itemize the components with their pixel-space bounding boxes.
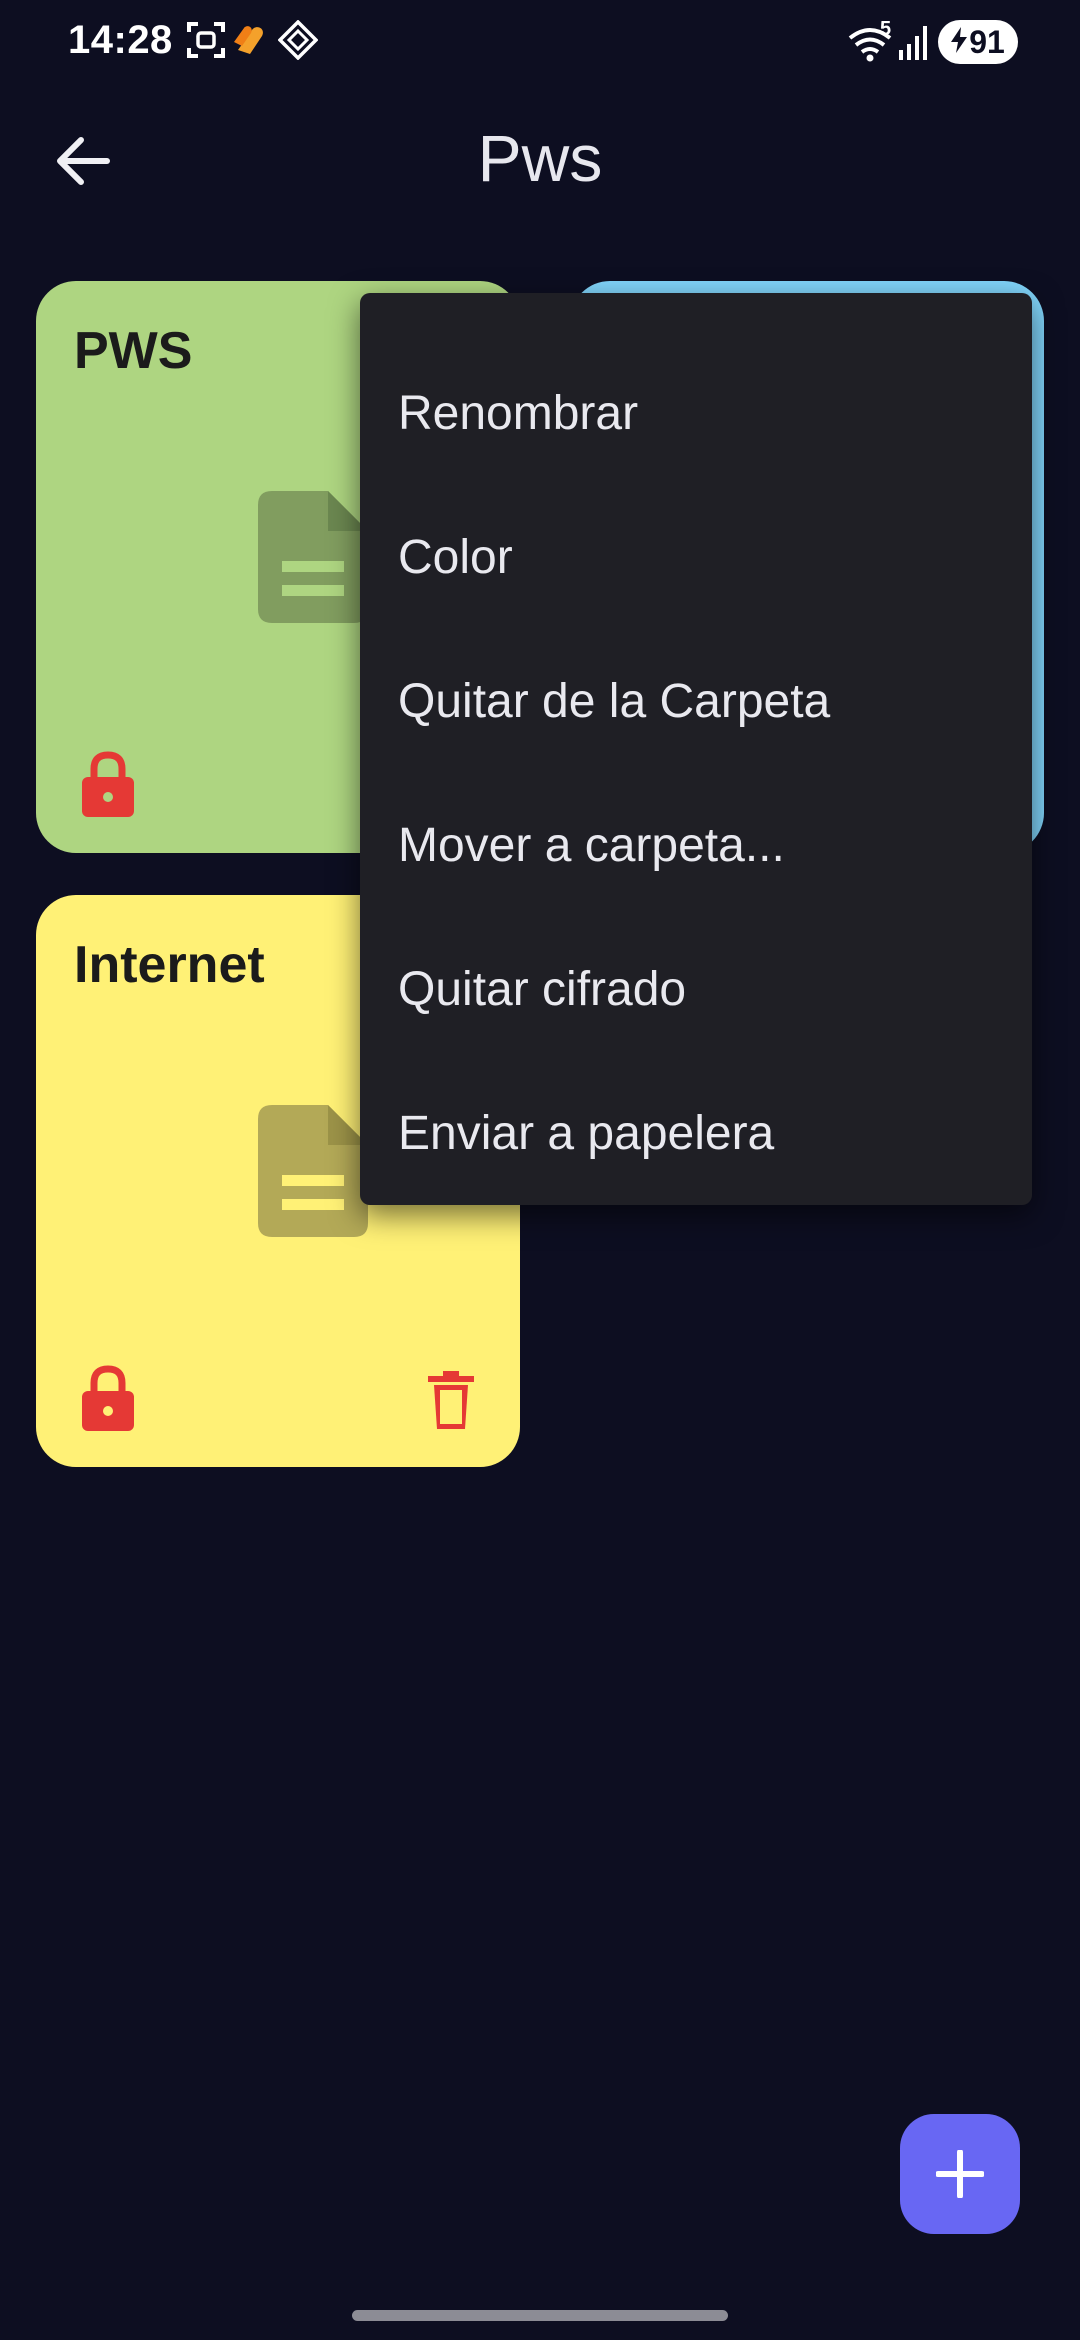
card-title: Internet: [74, 936, 265, 994]
trash-icon[interactable]: [428, 1371, 474, 1429]
hearts-icon: [232, 20, 272, 65]
menu-item-move-to-folder[interactable]: Mover a carpeta...: [360, 773, 1032, 917]
document-icon: [258, 1105, 368, 1237]
menu-item-remove-encryption[interactable]: Quitar cifrado: [360, 917, 1032, 1061]
lock-icon[interactable]: [80, 1365, 136, 1431]
battery-indicator: 91: [938, 20, 1018, 64]
menu-item-send-to-trash[interactable]: Enviar a papelera: [360, 1061, 1032, 1205]
menu-item-color[interactable]: Color: [360, 485, 1032, 629]
menu-item-remove-from-folder[interactable]: Quitar de la Carpeta: [360, 629, 1032, 773]
document-icon: [258, 491, 368, 623]
network-type-label: 5: [880, 18, 892, 40]
card-title: PWS: [74, 322, 193, 380]
gesture-nav-handle[interactable]: [352, 2310, 728, 2321]
battery-level: 91: [969, 23, 1005, 60]
page-title: Pws: [477, 121, 603, 195]
add-button[interactable]: [900, 2114, 1020, 2234]
app-bar: Pws: [0, 100, 1080, 220]
signal-icon: [898, 24, 928, 65]
screen: 14:28 5 91 Pws PWS Internet Renombrar Co…: [0, 0, 1080, 2340]
menu-item-rename[interactable]: Renombrar: [360, 341, 1032, 485]
plus-icon: [936, 2150, 984, 2198]
status-bar: 14:28 5 91: [0, 0, 1080, 84]
diamond-app-icon: [277, 19, 319, 65]
context-menu: Renombrar Color Quitar de la Carpeta Mov…: [360, 293, 1032, 1205]
lock-icon[interactable]: [80, 751, 136, 817]
screenshot-icon: [186, 20, 226, 65]
battery-charging-icon: [951, 24, 968, 61]
status-time: 14:28: [68, 18, 173, 62]
